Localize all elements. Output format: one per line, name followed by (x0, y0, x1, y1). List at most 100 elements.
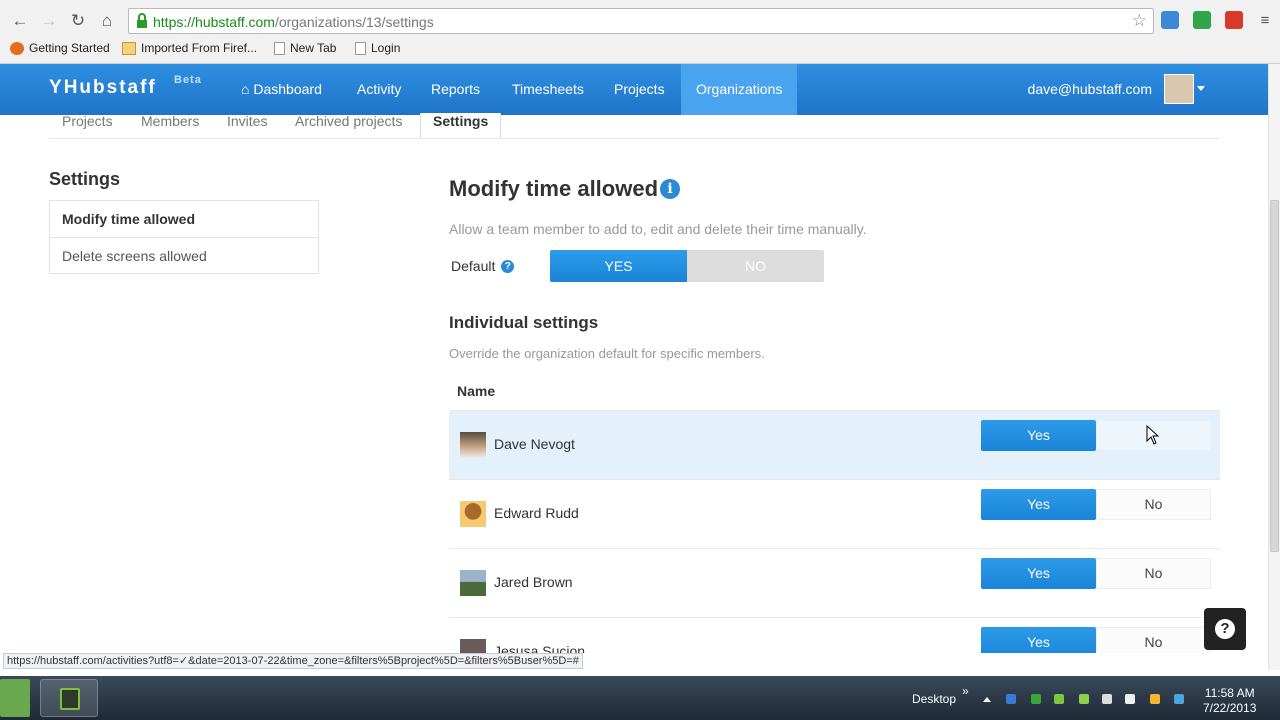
desktop-toolbar-label[interactable]: Desktop (912, 692, 956, 706)
member-no-button[interactable]: No (1096, 627, 1211, 653)
organization-subnav: Projects Members Invites Archived projec… (49, 113, 1219, 139)
setting-description: Allow a team member to add to, edit and … (449, 221, 867, 237)
sidebar-item-modify-time[interactable]: Modify time allowed (50, 201, 318, 238)
menu-icon[interactable]: ≡ (1254, 10, 1276, 32)
tab-archived-projects[interactable]: Archived projects (295, 113, 402, 129)
bookmark-getting-started[interactable]: Getting Started (10, 41, 110, 55)
hubstaff-logo[interactable]: ΥHubstaff (49, 77, 157, 99)
default-yes-button[interactable]: YES (550, 250, 687, 282)
battery-icon[interactable] (1125, 694, 1135, 704)
member-yes-button[interactable]: Yes (981, 420, 1096, 451)
back-icon[interactable]: ← (9, 10, 31, 32)
member-no-button[interactable]: No (1096, 558, 1211, 589)
info-icon[interactable]: i (660, 179, 681, 199)
extension-green-icon[interactable] (1193, 11, 1211, 29)
member-yes-button[interactable]: Yes (981, 627, 1096, 653)
beta-badge: Beta (174, 74, 202, 86)
bookmark-new-tab[interactable]: New Tab (274, 41, 336, 55)
page-title: Modify time allowed i (449, 176, 681, 202)
url-scheme: https:// (153, 14, 196, 30)
user-avatar[interactable] (1164, 74, 1194, 104)
page-title-text: Modify time allowed (449, 176, 659, 201)
app-header: ΥHubstaff Beta ⌂ Dashboard Activity Repo… (0, 64, 1268, 115)
member-row: Edward Rudd Yes No (449, 479, 1220, 548)
url-path: /organizations/13/settings (274, 14, 434, 30)
nav-label: Dashboard (253, 81, 322, 97)
firefox-icon (10, 41, 24, 55)
member-yes-button[interactable]: Yes (981, 489, 1096, 520)
nav-dashboard[interactable]: ⌂ Dashboard (226, 64, 337, 115)
member-yes-button[interactable]: Yes (981, 558, 1096, 589)
member-row: Dave Nevogt Yes (449, 410, 1220, 479)
address-bar[interactable]: https://hubstaff.com/organizations/13/se… (128, 8, 1154, 34)
scrollbar-thumb[interactable] (1270, 200, 1279, 552)
help-question-icon[interactable]: ? (501, 259, 515, 273)
taskbar-clock[interactable]: 11:58 AM 7/22/2013 (1203, 686, 1256, 716)
nav-organizations[interactable]: Organizations (681, 64, 798, 115)
page-scrollbar[interactable] (1268, 64, 1280, 670)
taskbar-app-camtasia[interactable] (40, 679, 98, 717)
tab-members[interactable]: Members (141, 113, 199, 129)
bookmark-imported-folder[interactable]: Imported From Firef... (122, 41, 257, 55)
avatar (460, 501, 486, 527)
member-name: Jesusa Sucion (494, 643, 586, 653)
camtasia-icon (60, 688, 80, 710)
home-icon[interactable]: ⌂ (96, 10, 118, 32)
sidebar-item-delete-screens[interactable]: Delete screens allowed (50, 238, 318, 275)
toolbar-chevron-icon[interactable]: » (962, 684, 969, 698)
member-name: Dave Nevogt (494, 436, 575, 452)
tab-invites[interactable]: Invites (227, 113, 267, 129)
home-icon: ⌂ (241, 81, 254, 97)
clock-date: 7/22/2013 (1203, 701, 1257, 715)
browser-nav-row: ← → ↻ ⌂ https://hubstaff.com/organizatio… (0, 6, 1280, 36)
signal-icon[interactable] (1079, 694, 1089, 704)
default-label-text: Default (451, 258, 496, 274)
sidebar-title: Settings (49, 169, 121, 189)
lock-icon (137, 13, 147, 28)
tray-green-icon[interactable] (1054, 694, 1064, 704)
link-status-bar: https://hubstaff.com/activities?utf8=✓&d… (3, 653, 583, 669)
tray-expand-icon[interactable] (983, 697, 991, 702)
nav-activity[interactable]: Activity (342, 64, 416, 115)
settings-sidebar: Modify time allowed Delete screens allow… (49, 200, 319, 274)
logo-text: Hubstaff (63, 77, 157, 98)
gmail-icon[interactable] (1225, 11, 1243, 29)
nav-timesheets[interactable]: Timesheets (497, 64, 599, 115)
bookmark-label: Login (371, 41, 401, 55)
help-button[interactable]: ? (1204, 608, 1246, 650)
google-drive-icon[interactable] (1150, 694, 1160, 704)
user-email[interactable]: dave@hubstaff.com (1028, 64, 1152, 115)
nav-projects[interactable]: Projects (599, 64, 680, 115)
individual-settings-title: Individual settings (449, 313, 599, 332)
nav-reports[interactable]: Reports (416, 64, 495, 115)
avatar (460, 570, 486, 596)
default-toggle[interactable]: YES NO (550, 250, 824, 282)
tab-projects[interactable]: Projects (62, 113, 113, 129)
browser-toolbar: ← → ↻ ⌂ https://hubstaff.com/organizatio… (0, 0, 1280, 64)
member-row: Jared Brown Yes No (449, 548, 1220, 617)
forward-icon[interactable]: → (38, 10, 60, 32)
start-button[interactable] (0, 679, 30, 717)
tab-settings[interactable]: Settings (420, 113, 502, 138)
page-icon (274, 41, 285, 55)
bookmark-login[interactable]: Login (355, 41, 400, 55)
tray-sync-icon[interactable] (1174, 694, 1184, 704)
windows-taskbar: Desktop » 11:58 AM 7/22/2013 (0, 676, 1280, 720)
volume-icon[interactable] (1102, 694, 1112, 704)
page-icon (355, 41, 366, 55)
member-no-button[interactable]: No (1096, 489, 1211, 520)
bookmark-star-icon[interactable]: ☆ (1132, 11, 1147, 31)
extension-sync-icon[interactable] (1161, 11, 1179, 29)
bookmark-label: Getting Started (29, 41, 110, 55)
default-no-button[interactable]: NO (687, 250, 824, 282)
help-question-icon: ? (1215, 619, 1235, 639)
user-menu-caret-icon[interactable] (1197, 86, 1205, 91)
bluetooth-icon[interactable] (1006, 694, 1016, 704)
bookmark-label: New Tab (290, 41, 337, 55)
tray-app-icon[interactable] (1031, 694, 1041, 704)
member-name: Jared Brown (494, 574, 573, 590)
folder-icon (122, 41, 136, 55)
logo-mark-icon: Υ (49, 77, 64, 98)
bookmark-label: Imported From Firef... (141, 41, 258, 55)
reload-icon[interactable]: ↻ (67, 10, 89, 32)
